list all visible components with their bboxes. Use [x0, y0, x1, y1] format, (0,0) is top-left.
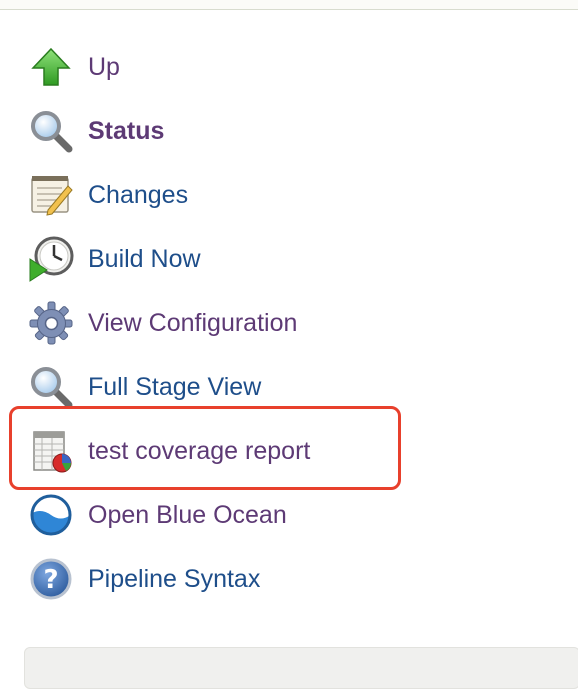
help-icon: ?	[26, 554, 76, 604]
search-icon	[26, 362, 76, 412]
sidebar-item-label: Changes	[88, 180, 189, 209]
sidebar-item-label: Build Now	[88, 244, 201, 273]
bottom-panel	[24, 647, 578, 689]
sidebar-item-label: Open Blue Ocean	[88, 500, 287, 529]
blue-ocean-icon	[26, 490, 76, 540]
sidebar-item-label: View Configuration	[88, 308, 298, 337]
sidebar-item-label: Full Stage View	[88, 372, 262, 401]
sidebar-item-label: Pipeline Syntax	[88, 564, 261, 593]
notepad-icon	[26, 170, 76, 220]
sidebar-item-open-blue-ocean[interactable]: Open Blue Ocean	[26, 487, 406, 543]
up-arrow-icon	[26, 42, 76, 92]
sidebar-item-pipeline-syntax[interactable]: ? Pipeline Syntax	[26, 551, 406, 607]
sidebar-item-build-now[interactable]: Build Now	[26, 231, 406, 287]
clock-play-icon	[26, 234, 76, 284]
sidebar-item-status[interactable]: Status	[26, 103, 406, 159]
sidebar-item-view-configuration[interactable]: View Configuration	[26, 295, 406, 351]
sidebar-item-label: Up	[88, 52, 120, 81]
top-header-border	[0, 0, 578, 10]
gear-icon	[26, 298, 76, 348]
sidebar-item-changes[interactable]: Changes	[26, 167, 406, 223]
sidebar-item-label: Status	[88, 116, 165, 145]
sidebar-item-up[interactable]: Up	[26, 39, 406, 95]
search-icon	[26, 106, 76, 156]
svg-text:?: ?	[43, 565, 58, 595]
highlight-box	[9, 406, 401, 490]
